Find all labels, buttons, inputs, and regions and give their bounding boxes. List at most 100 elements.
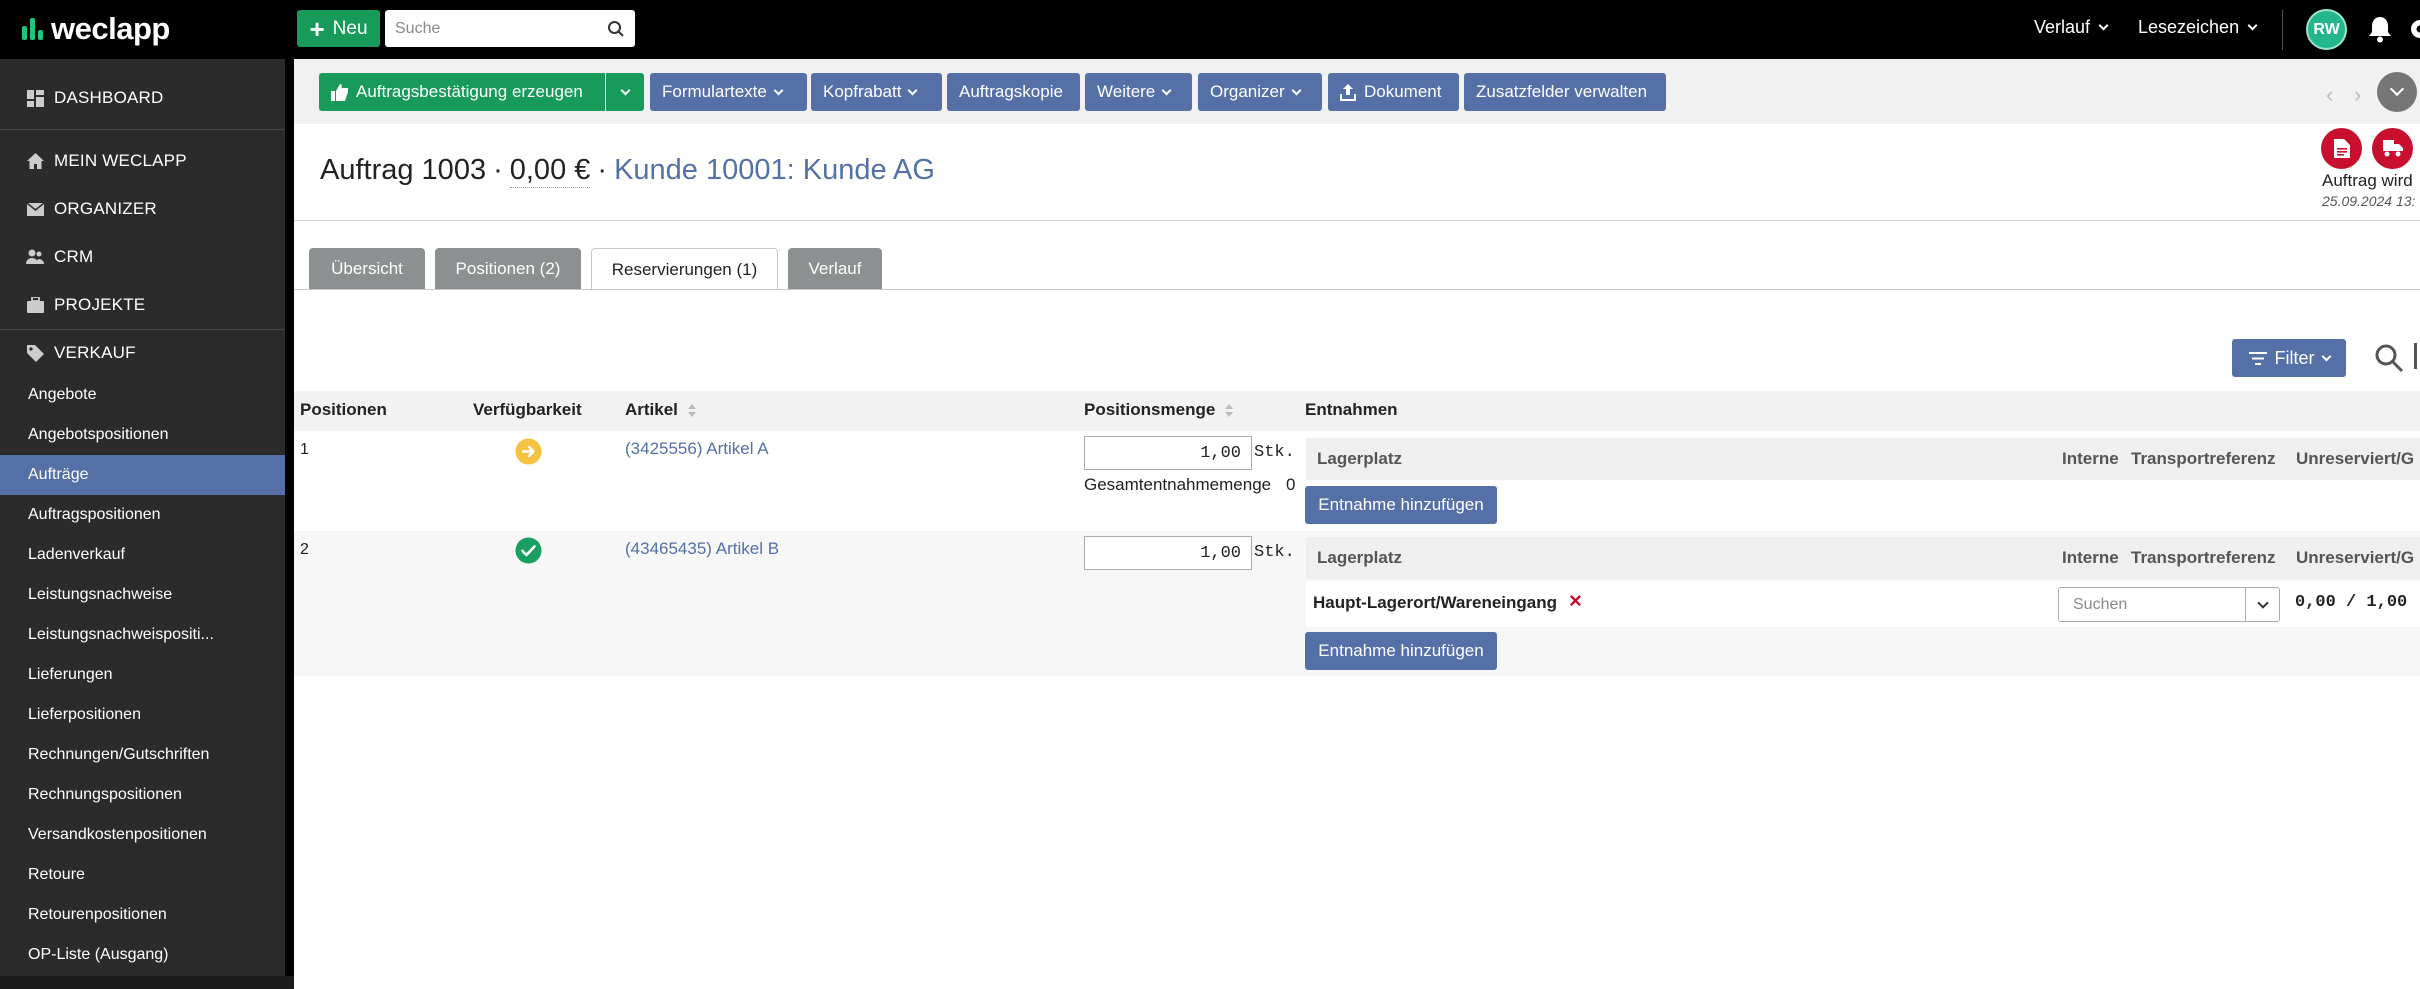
search-icon[interactable] (2374, 343, 2404, 373)
sidebar-item-op-liste[interactable]: OP-Liste (Ausgang) (0, 935, 285, 975)
sidebar-item-leistungsnachweispositionen[interactable]: Leistungsnachweispositi... (0, 615, 285, 655)
customer-link[interactable]: Kunde 10001: Kunde AG (614, 154, 935, 187)
partial-availability-icon (515, 438, 542, 465)
tab-verlauf[interactable]: Verlauf (788, 248, 882, 289)
title-separator: · (493, 154, 503, 186)
sidebar-item-lieferpositionen[interactable]: Lieferpositionen (0, 695, 285, 735)
sidebar-item-retoure[interactable]: Retoure (0, 855, 285, 895)
chevron-down-icon (1161, 85, 1172, 95)
sidebar-item-angebote[interactable]: Angebote (0, 375, 285, 415)
title-separator: · (597, 154, 608, 186)
subcolumn-storage: Lagerplatz (1317, 449, 1403, 468)
order-amount[interactable]: 0,00 € (509, 154, 591, 188)
global-search[interactable] (385, 10, 635, 47)
add-withdrawal-button[interactable]: Entnahme hinzufügen (1305, 632, 1497, 670)
bookmarks-label: Lesezeichen (2138, 17, 2240, 37)
column-header-label: Positionsmenge (1084, 400, 1216, 419)
subcolumn-unreserved: Unreserviert/G (2296, 548, 2415, 567)
total-withdrawal-value: 0 (1286, 475, 1296, 494)
tab-positionen[interactable]: Positionen (2) (435, 248, 581, 289)
order-copy-button[interactable]: Auftragskopie (947, 73, 1080, 111)
delivery-document-icon[interactable] (2372, 128, 2413, 169)
search-input[interactable] (395, 19, 607, 38)
new-button[interactable]: + Neu (297, 10, 380, 47)
quantity-input[interactable]: 1,00 (1084, 436, 1252, 470)
document-button[interactable]: Dokument (1328, 73, 1459, 111)
filter-icon (2248, 351, 2267, 365)
confirmation-dropdown-button[interactable] (606, 73, 644, 111)
column-header-quantity[interactable]: Positionsmenge (1084, 400, 1234, 420)
order-document-icon[interactable] (2321, 128, 2362, 169)
sidebar-item-label: DASHBOARD (54, 88, 164, 107)
filter-button[interactable]: Filter (2232, 339, 2346, 377)
previous-record-icon[interactable]: ‹ (2326, 82, 2333, 108)
sidebar-item-label: VERKAUF (54, 343, 136, 362)
more-label: Weitere (1097, 82, 1156, 101)
sidebar-item-auftragspositionen[interactable]: Auftragspositionen (0, 495, 285, 535)
form-texts-button[interactable]: Formulartexte (650, 73, 807, 111)
sidebar-item-lieferungen[interactable]: Lieferungen (0, 655, 285, 695)
bell-icon[interactable] (2367, 15, 2393, 43)
create-confirmation-label: Auftragsbestätigung erzeugen (356, 82, 583, 101)
sidebar-item-dashboard[interactable]: DASHBOARD (0, 74, 285, 122)
reserved-quantity: 0,00 / 1,00 (2295, 593, 2408, 612)
collapse-header-button[interactable] (2377, 72, 2417, 112)
user-avatar[interactable]: RW (2306, 9, 2347, 50)
total-withdrawal-label: Gesamtentnahmemenge (1084, 475, 1272, 494)
sidebar-item-rechnungen[interactable]: Rechnungen/Gutschriften (0, 735, 285, 775)
divider (2282, 10, 2283, 50)
sidebar-item-angebotspositionen[interactable]: Angebotspositionen (0, 415, 285, 455)
sidebar-item-rechnungspositionen[interactable]: Rechnungspositionen (0, 775, 285, 815)
sidebar-item-ladenverkauf[interactable]: Ladenverkauf (0, 535, 285, 575)
order-status: Auftrag wird (2322, 171, 2413, 190)
sidebar-item-projekte[interactable]: PROJEKTE (0, 281, 285, 329)
sidebar-item-auftraege[interactable]: Aufträge (0, 455, 285, 495)
sidebar-item-versandkostenpositionen[interactable]: Versandkostenpositionen (0, 815, 285, 855)
create-confirmation-button[interactable]: Auftragsbestätigung erzeugen (319, 73, 605, 111)
bookmarks-menu[interactable]: Lesezeichen (2138, 17, 2258, 38)
briefcase-icon (26, 296, 44, 314)
chevron-down-icon[interactable] (2245, 588, 2279, 621)
sidebar-item-organizer[interactable]: ORGANIZER (0, 185, 285, 233)
available-check-icon (515, 537, 542, 564)
column-header-article[interactable]: Artikel (625, 400, 696, 420)
divider (294, 220, 2420, 221)
storage-location: Haupt-Lagerort/Wareneingang (1313, 593, 1557, 612)
sidebar-item-retourenpositionen[interactable]: Retourenpositionen (0, 895, 285, 935)
tab-uebersicht[interactable]: Übersicht (309, 248, 425, 289)
chevron-down-icon (2389, 81, 2405, 97)
order-number: Auftrag 1003 (320, 154, 487, 186)
subcolumn-internal: Interne (2062, 449, 2119, 468)
quantity-input[interactable]: 1,00 (1084, 536, 1252, 570)
sidebar-item-verkauf[interactable]: VERKAUF (0, 329, 285, 377)
sidebar-item-leistungsnachweise[interactable]: Leistungsnachweise (0, 575, 285, 615)
organizer-button[interactable]: Organizer (1198, 73, 1322, 111)
mail-icon (26, 200, 44, 218)
column-header-withdrawals: Entnahmen (1305, 400, 1398, 419)
sidebar-item-mein-weclapp[interactable]: MEIN WECLAPP (0, 137, 285, 185)
tab-reservierungen[interactable]: Reservierungen (1) (591, 248, 778, 290)
more-button[interactable]: Weitere (1085, 73, 1192, 111)
gear-icon[interactable] (2408, 17, 2420, 41)
sort-icon (1225, 403, 1234, 417)
article-link[interactable]: (43465435) Artikel B (625, 539, 779, 559)
tag-icon (26, 344, 44, 362)
header-discount-button[interactable]: Kopfrabatt (811, 73, 942, 111)
column-settings-icon[interactable] (2414, 343, 2417, 369)
next-record-icon[interactable]: › (2354, 82, 2361, 108)
extra-fields-button[interactable]: Zusatzfelder verwalten (1464, 73, 1666, 111)
plus-icon: + (309, 13, 325, 44)
history-menu[interactable]: Verlauf (2034, 17, 2109, 38)
sidebar-item-crm[interactable]: CRM (0, 233, 285, 281)
weclapp-logo[interactable]: weclapp (22, 10, 170, 48)
position-number: 2 (300, 541, 309, 558)
sidebar-item-label: ORGANIZER (54, 199, 157, 218)
transport-reference-select[interactable]: Suchen (2058, 587, 2280, 622)
sidebar: DASHBOARD MEIN WECLAPP ORGANIZER CRM PRO… (0, 59, 285, 989)
add-withdrawal-button[interactable]: Entnahme hinzufügen (1305, 486, 1497, 524)
remove-icon[interactable]: × (1569, 588, 1582, 614)
subcolumn-internal: Interne (2062, 548, 2119, 567)
dashboard-icon (26, 89, 44, 107)
article-link[interactable]: (3425556) Artikel A (625, 439, 769, 459)
sidebar-footer (0, 976, 294, 989)
